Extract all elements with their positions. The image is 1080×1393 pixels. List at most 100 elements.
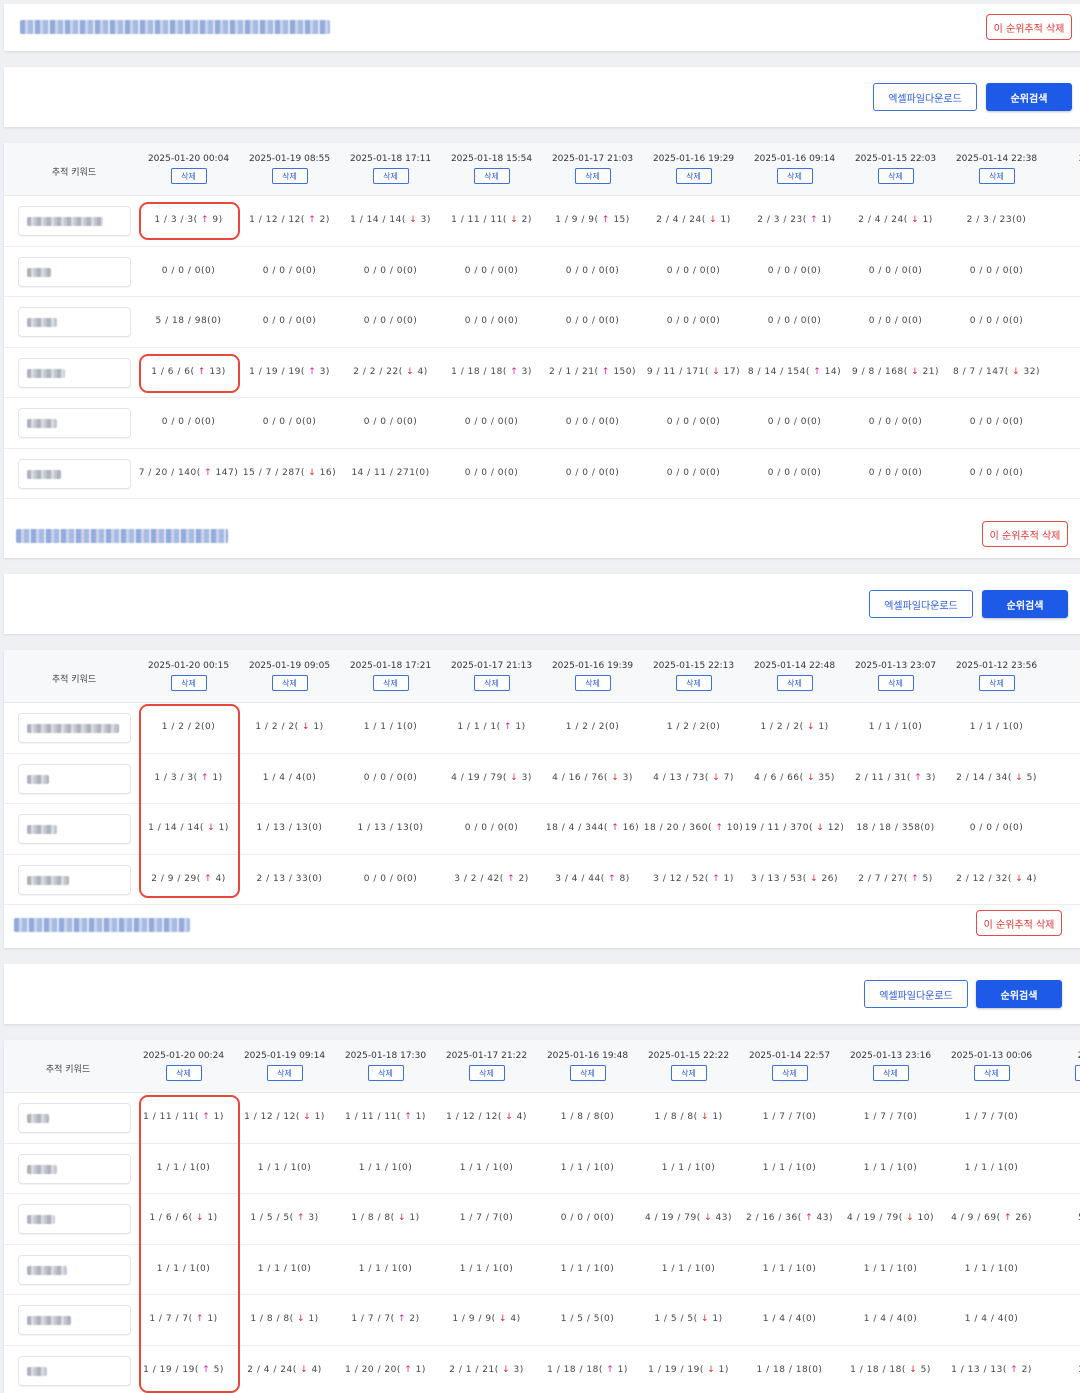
keyword-input[interactable] — [18, 357, 131, 388]
date-label: 2025-01-12 23:56 — [955, 661, 1038, 671]
delete-column-button[interactable]: 삭제 — [574, 168, 611, 184]
rank-cell: 1 / — [1042, 1314, 1080, 1324]
rank-cell: 2 / 1 / 21( ↓ 3) — [449, 1364, 524, 1375]
delete-column-button[interactable]: 삭제 — [978, 168, 1015, 184]
rank-cell: 1 / 1 / 1(0) — [762, 1263, 817, 1274]
keyword-input[interactable] — [18, 1305, 131, 1335]
rank-cell: 9 / 8 / 168( ↓ 21) — [851, 366, 940, 377]
delete-column-button[interactable]: 삭제 — [877, 675, 914, 691]
keyword-input[interactable] — [18, 814, 131, 844]
date-column-header: 2025-01-18 15:54 삭제 — [441, 154, 542, 184]
delete-column-button[interactable]: 삭제 — [776, 168, 813, 184]
excel-download-button[interactable]: 엑셀파일다운로드 — [864, 980, 968, 1008]
rank-down-arrow: ↓ — [807, 722, 816, 732]
row-divider — [4, 1294, 1080, 1295]
delete-column-button[interactable]: 삭제 — [170, 675, 207, 691]
rank-cell: 0 / 0 / 0(0) — [464, 265, 519, 276]
rank-cell: 4 / 9 / 69( ↑ 26) — [951, 1213, 1032, 1223]
rank-cell: 18 / 18 / 358(0) — [856, 823, 935, 833]
date-label: 2025-01-16 19:39 — [551, 661, 634, 671]
rank-up-arrow: ↑ — [297, 1213, 306, 1223]
delete-column-button[interactable]: 삭제 — [271, 168, 308, 184]
date-column-header: 2025-01-17 21:13 삭제 — [441, 661, 542, 691]
excel-download-button[interactable]: 엑셀파일다운로드 — [869, 590, 973, 618]
date-column-header: 2025-01-16 19:48 삭제 — [537, 1051, 638, 1081]
delete-column-button[interactable]: 삭제 — [771, 1065, 808, 1081]
keyword-input[interactable] — [18, 458, 131, 489]
delete-column-button[interactable]: 삭제 — [468, 1065, 505, 1081]
rank-up-arrow: ↑ — [606, 1364, 615, 1375]
delete-tracking-button[interactable]: 이 순위추적 삭제 — [982, 521, 1068, 547]
blurred-keyword — [27, 318, 57, 327]
delete-column-button[interactable]: 삭제 — [574, 675, 611, 691]
tracking-title-bar-1: 이 순위추적 삭제 — [4, 4, 1080, 51]
delete-column-button[interactable]: 삭제 — [569, 1065, 606, 1081]
rank-cell: 2 / 3 / 23( ↑ 1) — [757, 215, 832, 225]
date-column-header: 2025-01-15 22:13 삭제 — [643, 661, 744, 691]
date-label: 2025-01 — [1047, 154, 1080, 164]
delete-column-button[interactable]: 삭제 — [473, 168, 510, 184]
rank-cell: 2 / — [1047, 773, 1080, 783]
rank-cell: 1 / 7 / 7(0) — [459, 1213, 514, 1223]
keyword-input[interactable] — [18, 256, 131, 287]
excel-download-button[interactable]: 엑셀파일다운로드 — [873, 83, 977, 111]
row-divider — [4, 447, 1080, 449]
delete-column-button[interactable]: 삭제 — [776, 675, 813, 691]
keyword-input[interactable] — [18, 763, 131, 794]
delete-tracking-button[interactable]: 이 순위추적 삭제 — [986, 14, 1072, 40]
delete-column-button[interactable]: 삭제 — [675, 675, 712, 691]
rank-cell: 0 / 0 / 0(0) — [565, 467, 620, 478]
rank-down-arrow: ↓ — [611, 772, 620, 783]
delete-column-button[interactable]: 삭제 — [271, 675, 308, 691]
date-column-header: 2025-01-18 17:11 삭제 — [340, 154, 441, 184]
delete-column-button[interactable]: 삭제 — [367, 1065, 404, 1081]
row-divider — [4, 397, 1080, 398]
rank-up-arrow: ↑ — [202, 1364, 211, 1375]
delete-column-button[interactable]: 삭제 — [372, 168, 409, 184]
delete-column-button[interactable]: 삭제 — [670, 1065, 707, 1081]
delete-column-button[interactable]: 삭제 — [1074, 1065, 1080, 1081]
keyword-column-header: 추적 키워드 — [51, 168, 97, 178]
delete-column-button[interactable]: 삭제 — [372, 675, 409, 691]
row-divider — [4, 1243, 1080, 1245]
keyword-input[interactable] — [18, 1254, 131, 1285]
delete-column-button[interactable]: 삭제 — [170, 168, 207, 184]
date-label: 2025-01-16 19:29 — [652, 154, 735, 164]
date-label: 2025-01-14 22:38 — [955, 154, 1038, 164]
rank-down-arrow: ↓ — [196, 1213, 205, 1223]
delete-column-button[interactable]: 삭제 — [973, 1065, 1010, 1081]
keyword-input[interactable] — [18, 206, 131, 236]
rank-cell: 0 / 0 / 0(0) — [464, 467, 519, 478]
keyword-column-header: 추적 키워드 — [51, 675, 97, 685]
rank-cell: 1 / — [1042, 1264, 1080, 1274]
rank-search-button[interactable]: 순위검색 — [982, 590, 1068, 618]
keyword-input[interactable] — [18, 1204, 131, 1234]
date-label: 2025 — [1047, 661, 1080, 671]
delete-tracking-button[interactable]: 이 순위추적 삭제 — [976, 910, 1062, 936]
delete-column-button[interactable]: 삭제 — [877, 168, 914, 184]
rank-cell: 1 / 2 / 2(0) — [666, 722, 721, 732]
rank-search-button[interactable]: 순위검색 — [986, 83, 1072, 111]
rank-search-button[interactable]: 순위검색 — [976, 980, 1062, 1008]
rank-cell: 4 / 19 / 79( ↓ 10) — [846, 1213, 935, 1223]
keyword-input[interactable] — [18, 307, 131, 337]
delete-column-button[interactable]: 삭제 — [165, 1065, 202, 1081]
delete-column-button[interactable]: 삭제 — [872, 1065, 909, 1081]
rank-cell: 2 / 1 / 21( ↑ 150) — [548, 366, 637, 377]
keyword-input[interactable] — [18, 864, 131, 895]
keyword-input[interactable] — [18, 1103, 131, 1133]
keyword-input[interactable] — [18, 408, 131, 438]
delete-column-button[interactable]: 삭제 — [473, 675, 510, 691]
delete-column-button[interactable]: 삭제 — [978, 675, 1015, 691]
keyword-input[interactable] — [18, 713, 131, 743]
date-column-header: 2025-01-20 00:24 삭제 — [133, 1051, 234, 1081]
keyword-input[interactable] — [18, 1153, 131, 1184]
date-column-header: 2025-01-18 17:21 삭제 — [340, 661, 441, 691]
keyword-input[interactable] — [18, 1355, 131, 1386]
rank-up-arrow: ↑ — [507, 873, 516, 884]
date-column-header: 2025-01-20 00:15 삭제 — [138, 661, 239, 691]
rank-cell: 0 / 0 / 0(0) — [464, 316, 519, 326]
rank-cell: 1 / 2 / 2(0) — [161, 722, 216, 732]
delete-column-button[interactable]: 삭제 — [675, 168, 712, 184]
delete-column-button[interactable]: 삭제 — [266, 1065, 303, 1081]
